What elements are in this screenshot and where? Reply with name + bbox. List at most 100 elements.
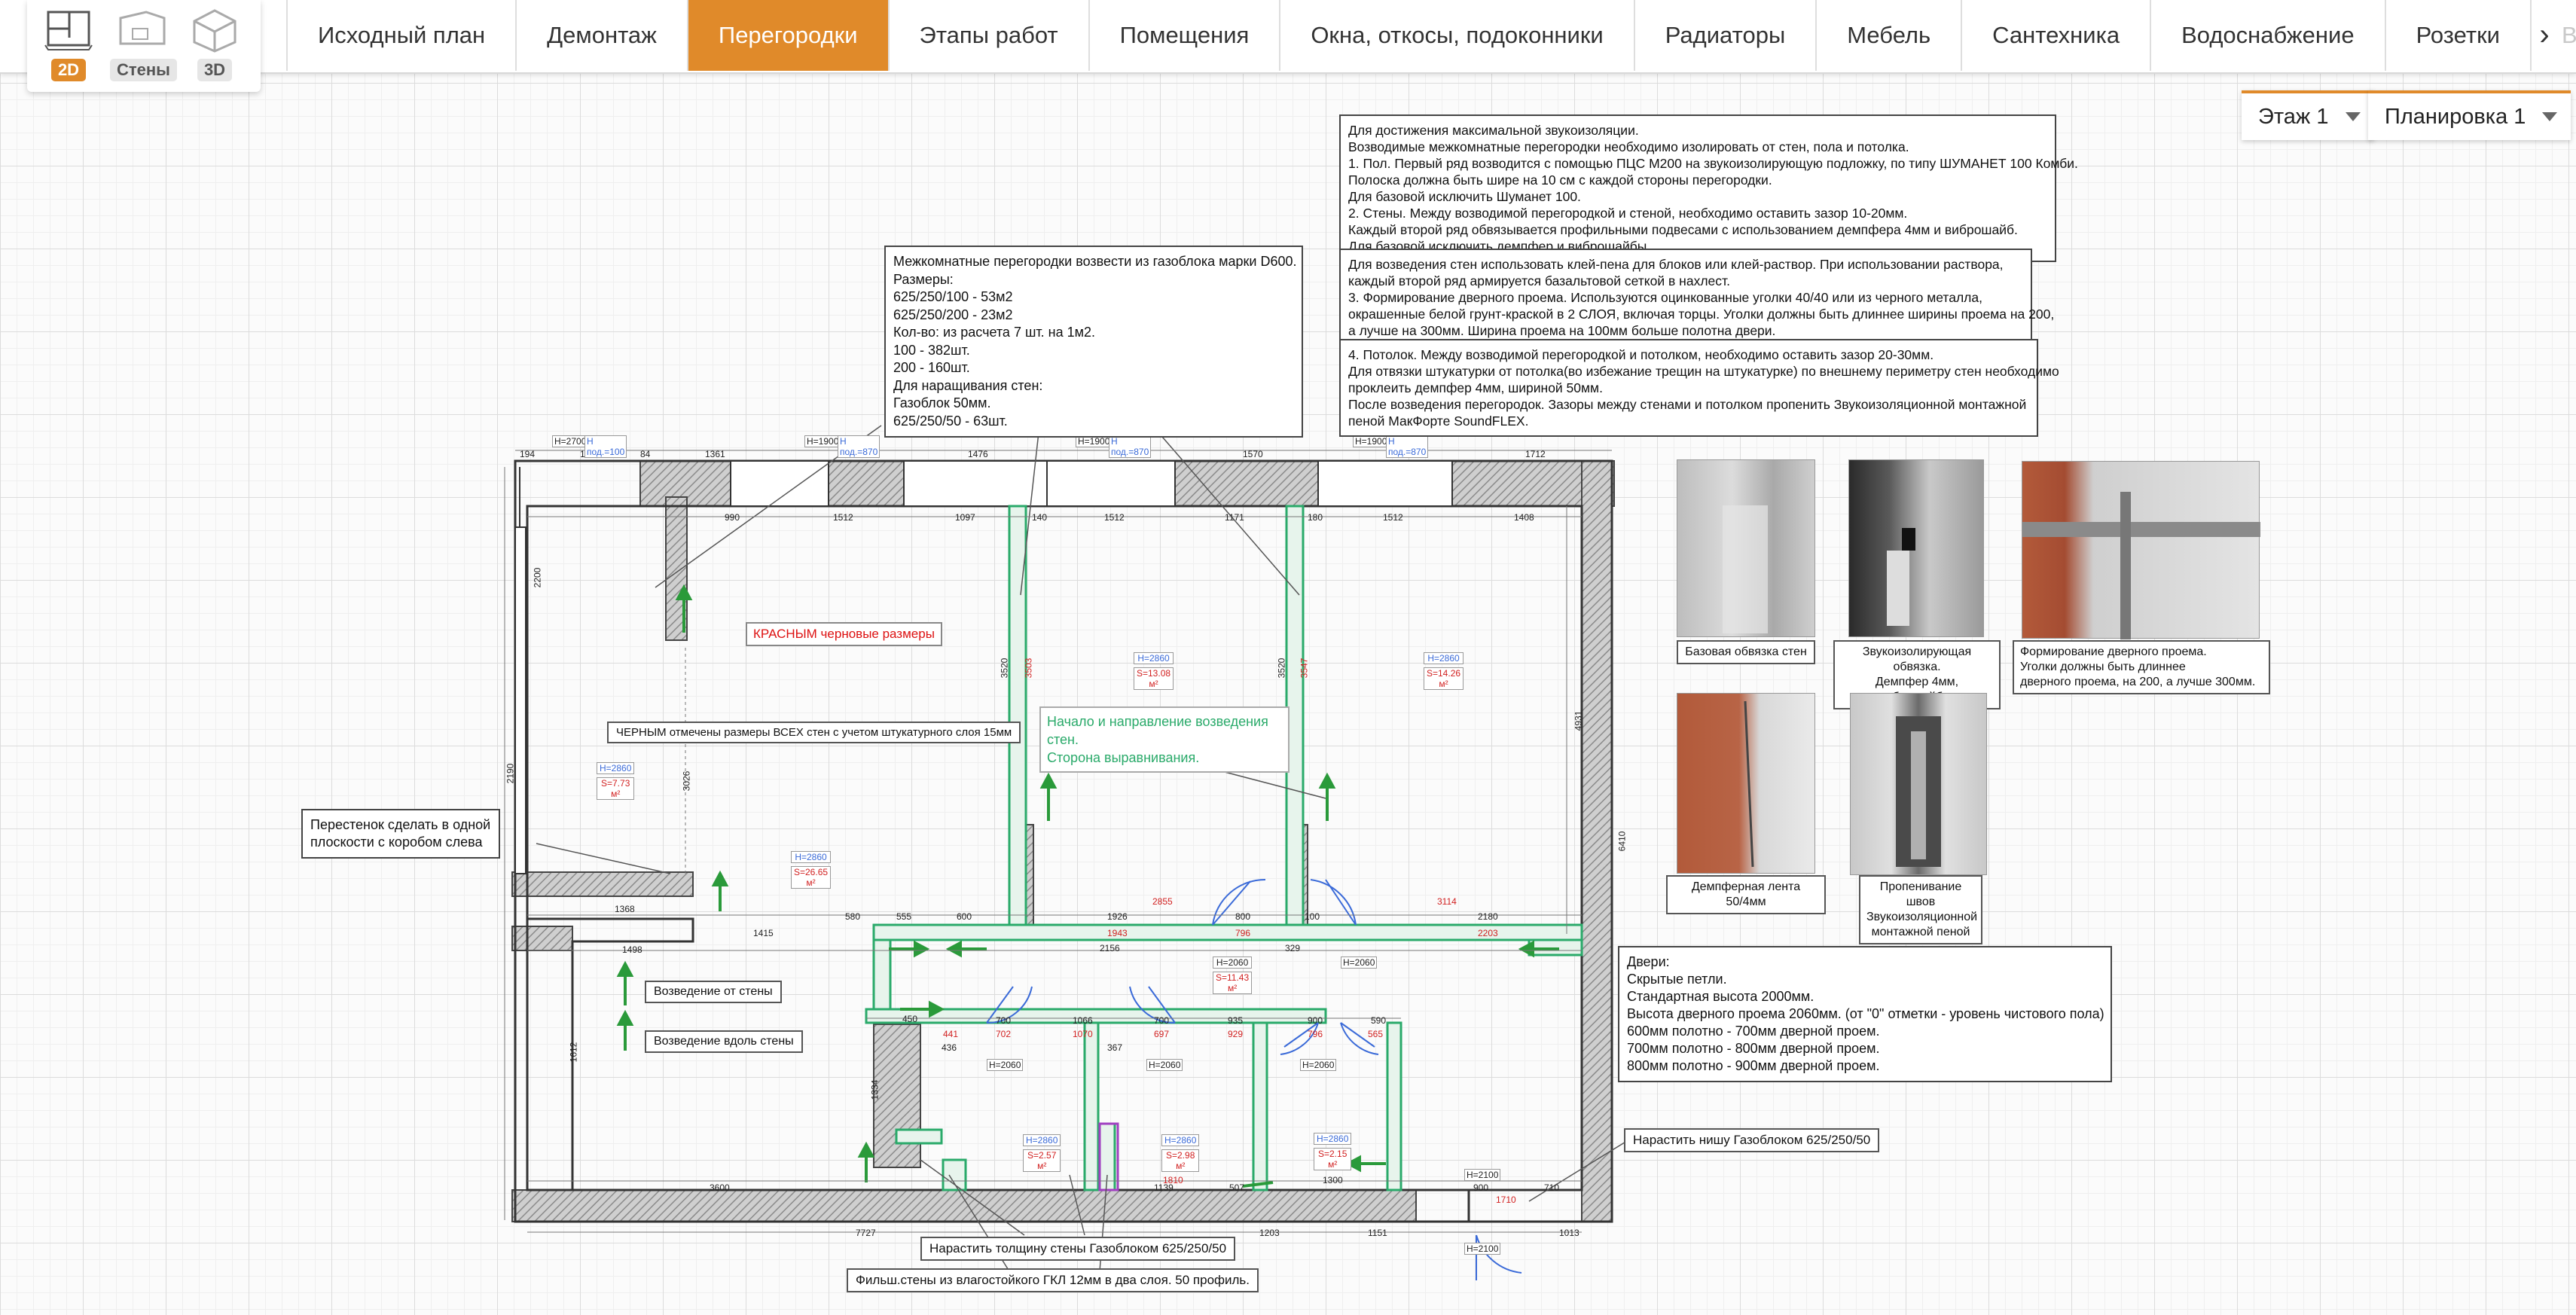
sill-label: H под.=870 [838, 435, 881, 458]
caption-line: Демпферная лента 50/4мм [1691, 880, 1801, 908]
note-line: 600мм полотно - 700мм дверной проем. [1627, 1024, 1880, 1039]
dim-label: 140 [1032, 512, 1048, 523]
dim-label: 2156 [1100, 943, 1120, 953]
dim-label: 3114 [1437, 896, 1457, 907]
dim-label: 1570 [1243, 449, 1263, 459]
note-ceiling-gap[interactable]: 4. Потолок. Между возводимой перегородко… [1339, 339, 2059, 437]
outer-walls [511, 460, 1615, 1222]
dim-label: 329 [1285, 943, 1301, 953]
note-line: Размеры: [893, 271, 954, 287]
legend-along-wall[interactable]: Возведение вдоль стены [645, 1030, 803, 1053]
dim-label: 1943 [1107, 928, 1128, 938]
dim-label: 1512 [833, 512, 853, 523]
room-label[interactable]: H=2060 S=11.43 м² [1213, 957, 1253, 994]
dim-label: 367 [1107, 1042, 1123, 1053]
note-line: Для достижения максимальной звукоизоляци… [1348, 123, 1639, 138]
room-height: H=2860 [1023, 1134, 1061, 1146]
photo-door-opening[interactable] [2022, 461, 2260, 639]
dim-label: 1368 [615, 904, 635, 914]
dim-label: 4931 [1573, 710, 1584, 731]
dim-label: 2855 [1152, 896, 1173, 907]
dim-label: 700 [1154, 1015, 1170, 1026]
note-thicken-wall[interactable]: Нарастить толщину стены Газоблоком 625/2… [920, 1237, 1236, 1261]
note-same-plane[interactable]: Перестенок сделать в одной плоскости с к… [301, 809, 500, 859]
dim-label: 1361 [705, 449, 725, 459]
legend-from-wall[interactable]: Возведение от стены [645, 981, 782, 1003]
note-line: Для возведения стен использовать клей-пе… [1348, 257, 2004, 272]
room-label[interactable]: H=2860 S=13.08 м² [1134, 652, 1174, 690]
dim-label: 3503 [1023, 658, 1034, 679]
dim-label: 441 [943, 1029, 959, 1039]
room-label[interactable]: H=2860 S=26.65 м² [791, 851, 832, 889]
note-line: плоскости с коробом слева [310, 834, 483, 850]
photo-base-binding[interactable] [1677, 459, 1815, 637]
dim-label: 6410 [1616, 831, 1628, 852]
dim-label: 3520 [999, 658, 1010, 679]
note-line: Высота дверного проема 2060мм. (от "0" о… [1627, 1006, 2104, 1021]
note-line: окрашенные белой грунт-краской в 2 СЛОЯ,… [1348, 307, 2055, 322]
note-wall-erection[interactable]: Для возведения стен использовать клей-пе… [1339, 249, 2055, 346]
photo-damper-tape[interactable] [1677, 693, 1815, 874]
note-line: Сторона выравнивания. [1047, 750, 1200, 765]
caption-damper-tape: Демпферная лента 50/4мм [1666, 875, 1826, 914]
note-line: После возведения перегородок. Зазоры меж… [1348, 397, 2027, 412]
note-line: Для отвязки штукатурки от потолка(во изб… [1348, 364, 2059, 379]
room-area: S=2.57 м² [1023, 1149, 1061, 1172]
dim-label: 194 [520, 449, 536, 459]
dim-label: 800 [1235, 911, 1251, 922]
caption-line: Базовая обвязка стен [1685, 645, 1807, 658]
dim-label: 1171 [1225, 512, 1244, 523]
note-line: 2. Стены. Между возводимой перегородкой … [1348, 206, 1908, 221]
dim-label: 900 [1308, 1015, 1323, 1026]
note-black-dimensions[interactable]: ЧЕРНЫМ отмечены размеры ВСЕХ стен с учет… [607, 722, 1021, 743]
note-gasblock[interactable]: Межкомнатные перегородки возвести из газ… [884, 246, 1303, 438]
door-height-label: H=2100 [1464, 1169, 1501, 1181]
dim-label: 1139 [1154, 1182, 1174, 1193]
room-label[interactable]: H=2860 S=7.73 м² [597, 762, 635, 800]
dim-label: 1415 [753, 928, 774, 938]
note-line: Скрытые петли. [1627, 972, 1727, 987]
dim-label: 1926 [1107, 911, 1128, 922]
photo-image [1723, 505, 1768, 633]
dim-label: 796 [1308, 1029, 1323, 1039]
room-area: S=11.43 м² [1213, 972, 1253, 994]
note-red-dimensions[interactable]: КРАСНЫМ черновые размеры [746, 622, 942, 646]
dim-label: 507 [1229, 1182, 1245, 1193]
note-false-wall[interactable]: Фильш.стены из влагостойкого ГКЛ 12мм в … [847, 1268, 1259, 1292]
sill-label: H под.=870 [1386, 435, 1429, 458]
note-doors[interactable]: Двери: Скрытые петли. Стандартная высота… [1618, 946, 2112, 1082]
note-line: Возводимые межкомнатные перегородки необ… [1348, 139, 1909, 154]
photo-image [2022, 492, 2260, 639]
dim-label: 935 [1228, 1015, 1244, 1026]
room-label[interactable]: H=2860 S=2.98 м² [1161, 1134, 1200, 1172]
photo-foam-seams[interactable] [1850, 693, 1987, 875]
note-line: Межкомнатные перегородки возвести из газ… [893, 254, 1297, 269]
note-line: 800мм полотно - 900мм дверной проем. [1627, 1058, 1880, 1073]
dim-label: 2180 [1478, 911, 1498, 922]
dim-label: 436 [942, 1042, 957, 1053]
dim-label: 697 [1154, 1029, 1170, 1039]
dim-label: 2200 [532, 567, 543, 588]
dim-label: 3547 [1299, 658, 1310, 679]
room-label[interactable]: H=2860 S=2.57 м² [1023, 1134, 1061, 1172]
photo-image [1887, 528, 1915, 626]
dim-label: 1097 [955, 512, 975, 523]
note-line: 100 - 382шт. [893, 342, 970, 358]
dim-label: 990 [725, 512, 740, 523]
photo-sound-binding[interactable] [1848, 459, 1984, 637]
dim-label: 710 [1544, 1182, 1560, 1193]
room-height: H=2060 [1213, 957, 1253, 969]
room-height: H=2860 [1161, 1134, 1200, 1146]
note-niche[interactable]: Нарастить нишу Газоблоком 625/250/50 [1624, 1128, 1880, 1152]
dim-label: 2190 [505, 763, 516, 784]
dim-label: 1476 [968, 449, 988, 459]
note-line: 625/250/50 - 63шт. [893, 413, 1008, 429]
door-height-label: H=2060 [987, 1059, 1024, 1071]
room-label[interactable]: H=2860 S=14.26 м² [1424, 652, 1464, 690]
note-line: Газоблок 50мм. [893, 395, 991, 410]
dim-label: 100 [1305, 911, 1320, 922]
room-label[interactable]: H=2860 S=2.15 м² [1314, 1133, 1352, 1170]
note-sound-insulation[interactable]: Для достижения максимальной звукоизоляци… [1339, 114, 2078, 262]
note-erection-direction[interactable]: Начало и направление возведения стен. Ст… [1039, 706, 1290, 773]
dim-label: 796 [1235, 928, 1251, 938]
